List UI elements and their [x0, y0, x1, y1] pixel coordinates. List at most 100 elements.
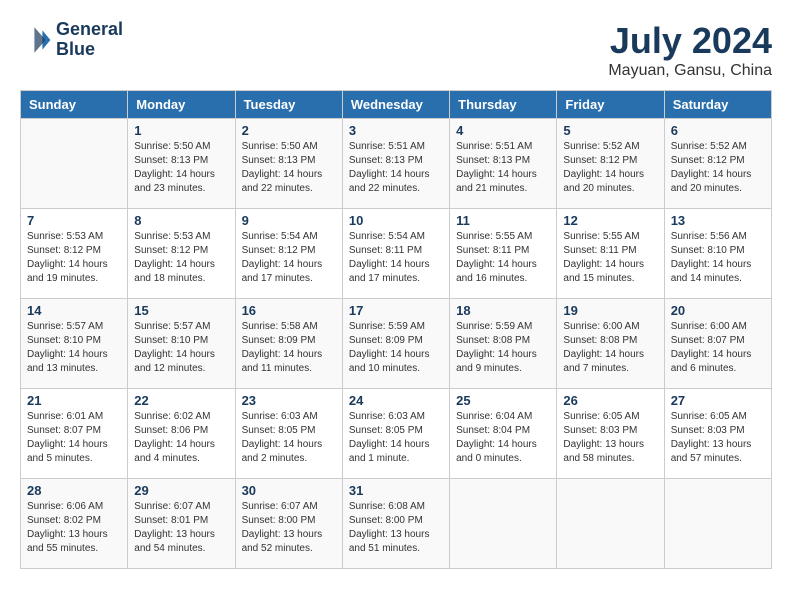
day-info: Sunrise: 5:57 AM Sunset: 8:10 PM Dayligh… — [27, 320, 121, 376]
day-info: Sunrise: 5:55 AM Sunset: 8:11 PM Dayligh… — [456, 230, 550, 286]
calendar-cell: 20 Sunrise: 6:00 AM Sunset: 8:07 PM Dayli… — [664, 299, 771, 389]
day-info: Sunrise: 6:00 AM Sunset: 8:07 PM Dayligh… — [671, 320, 765, 376]
day-header-saturday: Saturday — [664, 91, 771, 119]
calendar-cell: 15Sunrise: 5:57 AM Sunset: 8:10 PM Dayli… — [128, 299, 235, 389]
day-header-monday: Monday — [128, 91, 235, 119]
day-number: 2 — [242, 123, 336, 138]
day-info: Sunrise: 6:04 AM Sunset: 8:04 PM Dayligh… — [456, 410, 550, 466]
calendar-cell: 21 Sunrise: 6:01 AM Sunset: 8:07 PM Dayli… — [21, 389, 128, 479]
day-number: 30 — [242, 483, 336, 498]
calendar-cell: 16 Sunrise: 5:58 AM Sunset: 8:09 PM Dayli… — [235, 299, 342, 389]
day-header-sunday: Sunday — [21, 91, 128, 119]
calendar-cell: 30 Sunrise: 6:07 AM Sunset: 8:00 PM Dayli… — [235, 479, 342, 569]
calendar-week-row: 28Sunrise: 6:06 AM Sunset: 8:02 PM Dayli… — [21, 479, 772, 569]
day-number: 16 — [242, 303, 336, 318]
day-info: Sunrise: 6:05 AM Sunset: 8:03 PM Dayligh… — [563, 410, 657, 466]
day-number: 15 — [134, 303, 228, 318]
calendar-cell: 13 Sunrise: 5:56 AM Sunset: 8:10 PM Dayli… — [664, 209, 771, 299]
day-info: Sunrise: 5:54 AM Sunset: 8:11 PM Dayligh… — [349, 230, 443, 286]
day-info: Sunrise: 6:03 AM Sunset: 8:05 PM Dayligh… — [242, 410, 336, 466]
day-number: 29 — [134, 483, 228, 498]
day-number: 22 — [134, 393, 228, 408]
day-info: Sunrise: 6:03 AM Sunset: 8:05 PM Dayligh… — [349, 410, 443, 466]
calendar-cell: 14 Sunrise: 5:57 AM Sunset: 8:10 PM Dayli… — [21, 299, 128, 389]
day-info: Sunrise: 5:55 AM Sunset: 8:11 PM Dayligh… — [563, 230, 657, 286]
logo-text: General Blue — [56, 20, 123, 60]
day-number: 5 — [563, 123, 657, 138]
day-header-friday: Friday — [557, 91, 664, 119]
day-info: Sunrise: 5:53 AM Sunset: 8:12 PM Dayligh… — [134, 230, 228, 286]
calendar-cell: 4Sunrise: 5:51 AM Sunset: 8:13 PM Daylig… — [450, 119, 557, 209]
day-number: 10 — [349, 213, 443, 228]
day-number: 31 — [349, 483, 443, 498]
day-info: Sunrise: 5:50 AM Sunset: 8:13 PM Dayligh… — [242, 140, 336, 196]
day-info: Sunrise: 6:07 AM Sunset: 8:00 PM Dayligh… — [242, 500, 336, 556]
day-number: 25 — [456, 393, 550, 408]
day-header-thursday: Thursday — [450, 91, 557, 119]
day-number: 18 — [456, 303, 550, 318]
calendar-cell: 11 Sunrise: 5:55 AM Sunset: 8:11 PM Dayli… — [450, 209, 557, 299]
location-subtitle: Mayuan, Gansu, China — [608, 62, 772, 80]
calendar-week-row: 14 Sunrise: 5:57 AM Sunset: 8:10 PM Dayli… — [21, 299, 772, 389]
calendar-cell: 31 Sunrise: 6:08 AM Sunset: 8:00 PM Dayli… — [342, 479, 449, 569]
day-number: 21 — [27, 393, 121, 408]
calendar-week-row: 1Sunrise: 5:50 AM Sunset: 8:13 PM Daylig… — [21, 119, 772, 209]
day-info: Sunrise: 5:52 AM Sunset: 8:12 PM Dayligh… — [563, 140, 657, 196]
day-info: Sunrise: 6:08 AM Sunset: 8:00 PM Dayligh… — [349, 500, 443, 556]
calendar-cell — [664, 479, 771, 569]
calendar-cell: 28Sunrise: 6:06 AM Sunset: 8:02 PM Dayli… — [21, 479, 128, 569]
calendar-cell: 6Sunrise: 5:52 AM Sunset: 8:12 PM Daylig… — [664, 119, 771, 209]
calendar-table: SundayMondayTuesdayWednesdayThursdayFrid… — [20, 90, 772, 569]
day-info: Sunrise: 6:05 AM Sunset: 8:03 PM Dayligh… — [671, 410, 765, 466]
day-info: Sunrise: 5:53 AM Sunset: 8:12 PM Dayligh… — [27, 230, 121, 286]
day-info: Sunrise: 5:54 AM Sunset: 8:12 PM Dayligh… — [242, 230, 336, 286]
day-info: Sunrise: 6:07 AM Sunset: 8:01 PM Dayligh… — [134, 500, 228, 556]
month-title: July 2024 — [608, 20, 772, 62]
calendar-cell: 23 Sunrise: 6:03 AM Sunset: 8:05 PM Dayli… — [235, 389, 342, 479]
calendar-cell: 3 Sunrise: 5:51 AM Sunset: 8:13 PM Daylig… — [342, 119, 449, 209]
calendar-cell: 22 Sunrise: 6:02 AM Sunset: 8:06 PM Dayli… — [128, 389, 235, 479]
day-number: 20 — [671, 303, 765, 318]
calendar-cell — [450, 479, 557, 569]
day-info: Sunrise: 6:01 AM Sunset: 8:07 PM Dayligh… — [27, 410, 121, 466]
title-block: July 2024 Mayuan, Gansu, China — [608, 20, 772, 80]
calendar-week-row: 7 Sunrise: 5:53 AM Sunset: 8:12 PM Daylig… — [21, 209, 772, 299]
day-number: 13 — [671, 213, 765, 228]
day-number: 14 — [27, 303, 121, 318]
calendar-cell: 10 Sunrise: 5:54 AM Sunset: 8:11 PM Dayli… — [342, 209, 449, 299]
day-number: 8 — [134, 213, 228, 228]
calendar-header-row: SundayMondayTuesdayWednesdayThursdayFrid… — [21, 91, 772, 119]
day-number: 4 — [456, 123, 550, 138]
day-number: 19 — [563, 303, 657, 318]
day-number: 23 — [242, 393, 336, 408]
day-number: 11 — [456, 213, 550, 228]
day-header-tuesday: Tuesday — [235, 91, 342, 119]
logo-icon — [20, 24, 52, 56]
calendar-cell: 1Sunrise: 5:50 AM Sunset: 8:13 PM Daylig… — [128, 119, 235, 209]
calendar-cell: 26Sunrise: 6:05 AM Sunset: 8:03 PM Dayli… — [557, 389, 664, 479]
calendar-week-row: 21 Sunrise: 6:01 AM Sunset: 8:07 PM Dayli… — [21, 389, 772, 479]
calendar-cell: 27Sunrise: 6:05 AM Sunset: 8:03 PM Dayli… — [664, 389, 771, 479]
calendar-cell: 5 Sunrise: 5:52 AM Sunset: 8:12 PM Daylig… — [557, 119, 664, 209]
day-info: Sunrise: 5:59 AM Sunset: 8:09 PM Dayligh… — [349, 320, 443, 376]
calendar-cell: 19Sunrise: 6:00 AM Sunset: 8:08 PM Dayli… — [557, 299, 664, 389]
day-info: Sunrise: 5:50 AM Sunset: 8:13 PM Dayligh… — [134, 140, 228, 196]
day-number: 6 — [671, 123, 765, 138]
calendar-cell: 12Sunrise: 5:55 AM Sunset: 8:11 PM Dayli… — [557, 209, 664, 299]
day-info: Sunrise: 6:02 AM Sunset: 8:06 PM Dayligh… — [134, 410, 228, 466]
calendar-cell — [21, 119, 128, 209]
day-number: 17 — [349, 303, 443, 318]
calendar-cell: 8 Sunrise: 5:53 AM Sunset: 8:12 PM Daylig… — [128, 209, 235, 299]
calendar-cell: 25 Sunrise: 6:04 AM Sunset: 8:04 PM Dayli… — [450, 389, 557, 479]
calendar-cell: 18Sunrise: 5:59 AM Sunset: 8:08 PM Dayli… — [450, 299, 557, 389]
day-info: Sunrise: 5:58 AM Sunset: 8:09 PM Dayligh… — [242, 320, 336, 376]
day-info: Sunrise: 5:51 AM Sunset: 8:13 PM Dayligh… — [349, 140, 443, 196]
day-number: 7 — [27, 213, 121, 228]
day-info: Sunrise: 5:56 AM Sunset: 8:10 PM Dayligh… — [671, 230, 765, 286]
day-number: 9 — [242, 213, 336, 228]
calendar-cell — [557, 479, 664, 569]
page-header: General Blue July 2024 Mayuan, Gansu, Ch… — [20, 20, 772, 80]
logo: General Blue — [20, 20, 123, 60]
day-number: 3 — [349, 123, 443, 138]
day-header-wednesday: Wednesday — [342, 91, 449, 119]
